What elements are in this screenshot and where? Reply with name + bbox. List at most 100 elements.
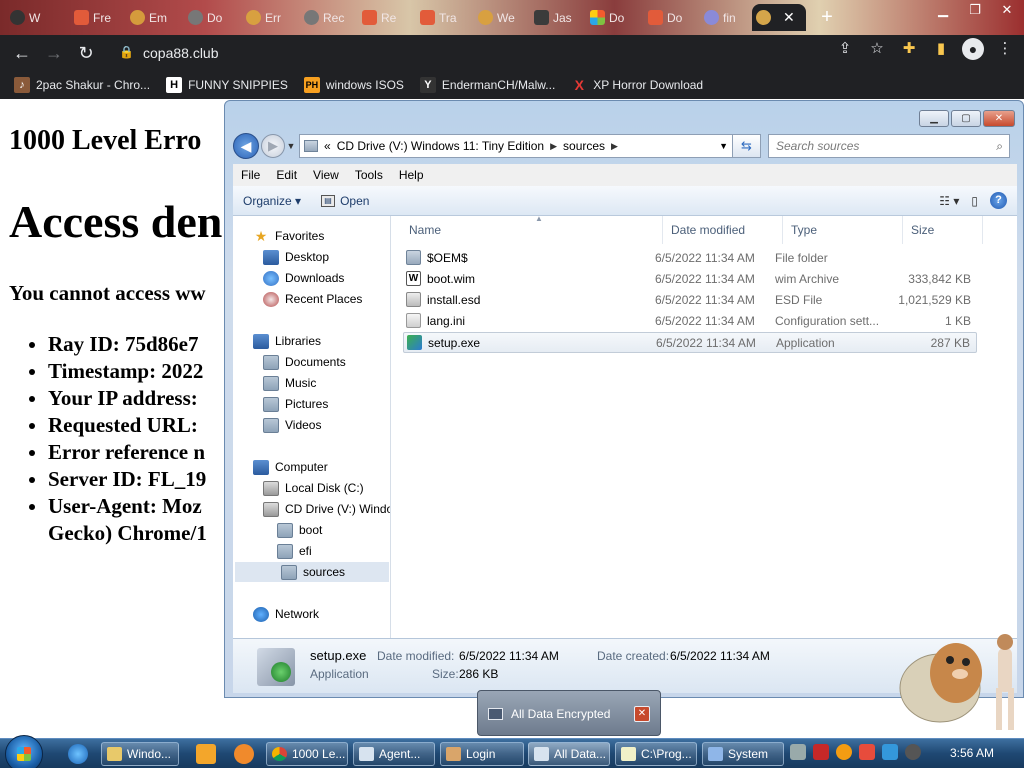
organize-button[interactable]: Organize ▾ bbox=[233, 194, 311, 208]
tray-v-icon[interactable] bbox=[813, 744, 829, 760]
menu-tools[interactable]: Tools bbox=[347, 168, 391, 182]
close-icon[interactable]: ✕ bbox=[634, 706, 650, 722]
nav-libraries[interactable]: Libraries bbox=[253, 331, 321, 351]
address-bar[interactable]: 🔒 copa88.club bbox=[105, 39, 885, 66]
minimize-icon[interactable]: ▁ bbox=[932, 2, 954, 18]
taskbar-button-login[interactable]: Login bbox=[440, 742, 524, 766]
nav-favorites[interactable]: ★ Favorites bbox=[253, 226, 325, 246]
nav-folder-sources[interactable]: sources bbox=[235, 562, 389, 582]
browser-tab[interactable]: Fre bbox=[70, 4, 122, 31]
nav-folder-efi[interactable]: efi bbox=[277, 541, 312, 561]
nav-videos[interactable]: Videos bbox=[263, 415, 321, 435]
table-row[interactable]: W boot.wim 6/5/2022 11:34 AM wim Archive… bbox=[403, 269, 977, 290]
nav-cd-drive[interactable]: CD Drive (V:) Windo bbox=[263, 499, 390, 519]
browser-tab[interactable]: Re bbox=[358, 4, 410, 31]
browser-tab[interactable]: Em bbox=[126, 4, 176, 31]
back-arrow-icon[interactable]: ← bbox=[6, 37, 38, 69]
bookmark-item[interactable]: H FUNNY SNIPPIES bbox=[166, 76, 288, 93]
table-row[interactable]: $OEM$ 6/5/2022 11:34 AM File folder bbox=[403, 248, 977, 269]
taskbar-button-system[interactable]: System bbox=[702, 742, 784, 766]
internet-explorer-icon[interactable] bbox=[68, 744, 88, 764]
taskbar-clock[interactable]: 3:56 AM bbox=[950, 746, 994, 760]
browser-tab[interactable]: Do bbox=[644, 4, 696, 31]
column-header-name[interactable]: Name ▲ bbox=[401, 214, 663, 244]
tray-flag-icon[interactable] bbox=[859, 744, 875, 760]
table-row[interactable]: lang.ini 6/5/2022 11:34 AM Configuration… bbox=[403, 311, 977, 332]
menu-help[interactable]: Help bbox=[391, 168, 432, 182]
restore-icon[interactable]: ❐ bbox=[964, 2, 986, 18]
chevron-right-icon[interactable]: ▶ bbox=[611, 141, 618, 152]
column-header-type[interactable]: Type bbox=[783, 216, 903, 244]
tray-search-icon[interactable] bbox=[836, 744, 852, 760]
table-row-selected[interactable]: setup.exe 6/5/2022 11:34 AM Application … bbox=[403, 332, 977, 353]
forward-arrow-icon[interactable]: ▶ bbox=[261, 134, 285, 158]
help-icon[interactable]: ? bbox=[990, 192, 1007, 209]
taskbar-button-chrome[interactable]: 1000 Le... bbox=[266, 742, 348, 766]
search-input[interactable]: Search sources ⌕ bbox=[768, 134, 1010, 158]
nav-recent-places[interactable]: Recent Places bbox=[263, 289, 362, 309]
profile-avatar-icon[interactable]: ● bbox=[962, 38, 984, 60]
menu-view[interactable]: View bbox=[305, 168, 347, 182]
share-icon[interactable]: ⇪ bbox=[834, 38, 856, 60]
nav-pictures[interactable]: Pictures bbox=[263, 394, 328, 414]
taskbar-button-agent[interactable]: Agent... bbox=[353, 742, 435, 766]
tray-volume-icon[interactable] bbox=[905, 744, 921, 760]
back-arrow-icon[interactable]: ◀ bbox=[233, 133, 259, 159]
browser-tab[interactable]: We bbox=[474, 4, 526, 31]
browser-tab[interactable]: Do bbox=[184, 4, 234, 31]
chevron-down-icon[interactable]: ▼ bbox=[719, 141, 732, 151]
tray-app-icon[interactable] bbox=[790, 744, 806, 760]
column-header-size[interactable]: Size bbox=[903, 216, 983, 244]
bookmark-item[interactable]: PH windows ISOS bbox=[303, 76, 404, 93]
nav-documents[interactable]: Documents bbox=[263, 352, 346, 372]
search-icon[interactable]: ⌕ bbox=[996, 139, 1009, 154]
browser-tab[interactable]: Do bbox=[586, 4, 638, 31]
bookmark-item[interactable]: X XP Horror Download bbox=[571, 77, 704, 93]
taskbar-button-all-data[interactable]: All Data... bbox=[528, 742, 610, 766]
bookmark-star-icon[interactable]: ☆ bbox=[866, 38, 888, 60]
nav-folder-boot[interactable]: boot bbox=[277, 520, 322, 540]
change-view-icon[interactable]: ☷ ▾ bbox=[939, 194, 959, 208]
chevron-right-icon[interactable]: ▶ bbox=[550, 141, 557, 152]
browser-tab[interactable]: W bbox=[6, 4, 56, 31]
maximize-icon[interactable]: ▢ bbox=[951, 110, 981, 127]
taskbar-button-program[interactable]: C:\Prog... bbox=[615, 742, 697, 766]
nav-computer[interactable]: Computer bbox=[253, 457, 328, 477]
bookmark-item[interactable]: Y EndermanCH/Malw... bbox=[419, 76, 555, 93]
minimize-icon[interactable]: ▁ bbox=[919, 110, 949, 127]
nav-downloads[interactable]: Downloads bbox=[263, 268, 344, 288]
browser-tab-active[interactable]: ✕ bbox=[752, 4, 806, 31]
breadcrumb-item[interactable]: sources bbox=[563, 139, 605, 153]
menu-edit[interactable]: Edit bbox=[268, 168, 305, 182]
nav-local-disk[interactable]: Local Disk (C:) bbox=[263, 478, 364, 498]
start-button-windows-logo-icon[interactable] bbox=[5, 735, 43, 768]
breadcrumb-overflow[interactable]: « bbox=[324, 139, 331, 153]
table-row[interactable]: install.esd 6/5/2022 11:34 AM ESD File 1… bbox=[403, 290, 977, 311]
browser-tab[interactable]: Err bbox=[242, 4, 294, 31]
recent-pages-chevron-icon[interactable]: ▼ bbox=[285, 141, 297, 151]
menu-file[interactable]: File bbox=[233, 168, 268, 182]
browser-tab[interactable]: Rec bbox=[300, 4, 352, 31]
breadcrumb-item[interactable]: CD Drive (V:) Windows 11: Tiny Edition bbox=[337, 139, 544, 153]
open-button[interactable]: ▤ Open bbox=[311, 194, 379, 208]
tray-network-icon[interactable] bbox=[882, 744, 898, 760]
preview-pane-icon[interactable]: ▯ bbox=[971, 194, 978, 208]
tab-close-icon[interactable]: ✕ bbox=[783, 9, 795, 26]
nav-network[interactable]: Network bbox=[253, 604, 319, 624]
explorer-address-bar[interactable]: « CD Drive (V:) Windows 11: Tiny Edition… bbox=[299, 134, 733, 158]
media-player-icon[interactable] bbox=[196, 744, 216, 764]
menu-kebab-icon[interactable]: ⋮ bbox=[994, 38, 1016, 60]
column-header-date[interactable]: Date modified bbox=[663, 216, 783, 244]
taskbar-button-explorer[interactable]: Windo... bbox=[101, 742, 179, 766]
extensions-puzzle-icon[interactable]: ✚ bbox=[898, 38, 920, 60]
paint-icon[interactable] bbox=[234, 744, 254, 764]
close-icon[interactable]: ✕ bbox=[983, 110, 1015, 127]
close-icon[interactable]: ✕ bbox=[996, 2, 1018, 18]
sidebar-icon[interactable]: ▮ bbox=[930, 38, 952, 60]
bookmark-item[interactable]: ♪ 2pac Shakur - Chro... bbox=[14, 76, 150, 93]
reload-icon[interactable]: ↻ bbox=[70, 37, 102, 69]
new-tab-button[interactable]: + bbox=[816, 6, 838, 28]
forward-arrow-icon[interactable]: → bbox=[38, 37, 70, 69]
popup-window-preview[interactable]: All Data Encrypted ✕ bbox=[488, 701, 650, 727]
browser-tab[interactable]: fin bbox=[700, 4, 750, 31]
